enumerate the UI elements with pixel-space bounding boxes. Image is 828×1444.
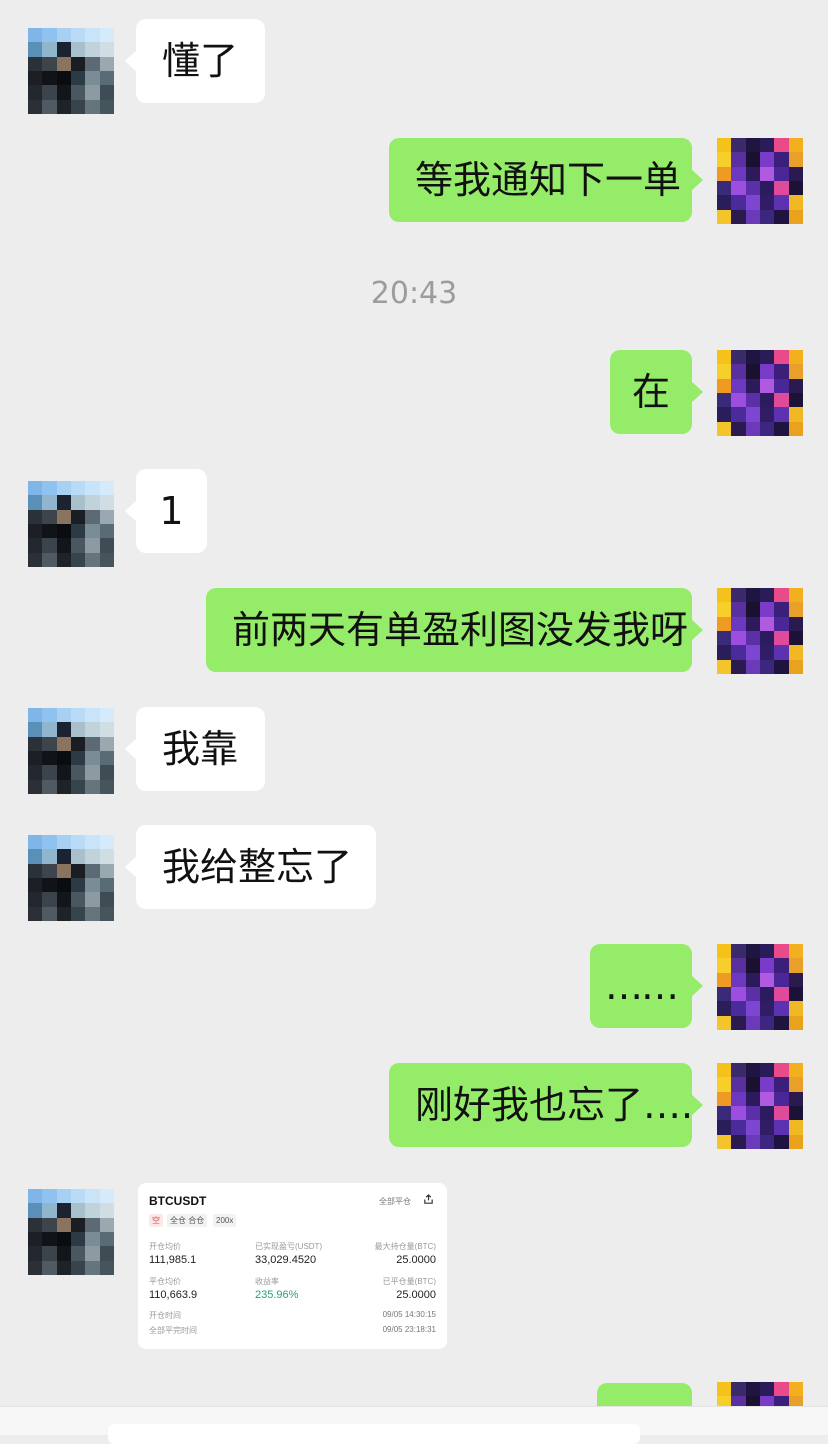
my-avatar[interactable] [717, 138, 803, 224]
my-avatar[interactable] [717, 350, 803, 436]
message-bubble[interactable]: 等我通知下一单 [389, 138, 703, 222]
symbol-label: BTCUSDT [149, 1194, 207, 1208]
message-input[interactable] [108, 1424, 640, 1444]
contact-avatar[interactable] [28, 481, 114, 567]
open-time-value: 09/05 14:30:15 [382, 1310, 436, 1319]
close-time-value: 09/05 23:18:31 [382, 1325, 436, 1334]
share-icon [424, 1194, 433, 1204]
message-bubble[interactable]: …… [590, 944, 703, 1028]
timestamp: 20:43 [370, 276, 458, 311]
close-time-label: 全部平完时间 [149, 1326, 197, 1335]
max-position-label: 最大持仓量(BTC) [374, 1242, 436, 1251]
open-price-label: 开仓均价 [149, 1242, 181, 1251]
message-bubble[interactable]: 刚好我也忘了…. [389, 1063, 703, 1147]
message-bubble[interactable]: 我给整忘了 [125, 825, 376, 909]
roi-label: 收益率 [255, 1277, 279, 1286]
my-avatar[interactable] [717, 1063, 803, 1149]
message-bubble[interactable]: 1 [125, 469, 207, 553]
close-all-label: 全部平仓 [379, 1197, 411, 1206]
message-bubble[interactable]: 在 [610, 350, 703, 434]
message-bubble[interactable]: 懂了 [125, 19, 265, 103]
contact-avatar[interactable] [28, 1189, 114, 1275]
trade-screenshot-card[interactable]: BTCUSDT 全部平仓 空 全仓 合仓 200x 开仓均价 111,985.1… [138, 1183, 447, 1349]
leverage-tag: 200x [213, 1214, 237, 1227]
message-bubble[interactable]: 前两天有单盈利图没发我呀 [206, 588, 703, 672]
my-avatar[interactable] [717, 588, 803, 674]
closed-qty-value: 25.0000 [396, 1289, 436, 1301]
message-bubble-partial[interactable] [597, 1383, 692, 1406]
margin-mode-tag: 全仓 合仓 [167, 1214, 208, 1227]
roi-value: 235.96% [255, 1289, 299, 1301]
open-time-label: 开仓时间 [149, 1311, 181, 1320]
max-position-value: 25.0000 [396, 1254, 436, 1266]
closed-qty-label: 已平仓量(BTC) [382, 1277, 436, 1286]
open-price-value: 111,985.1 [149, 1254, 197, 1266]
realized-pnl-label: 已实现盈亏(USDT) [255, 1242, 323, 1251]
close-price-label: 平仓均价 [149, 1277, 181, 1286]
contact-avatar[interactable] [28, 708, 114, 794]
realized-pnl-value: 33,029.4520 [255, 1254, 317, 1266]
contact-avatar[interactable] [28, 835, 114, 921]
side-tag: 空 [149, 1214, 163, 1227]
close-price-value: 110,663.9 [149, 1289, 198, 1301]
contact-avatar[interactable] [28, 28, 114, 114]
message-bubble[interactable]: 我靠 [125, 707, 265, 791]
my-avatar[interactable] [717, 1382, 803, 1406]
my-avatar[interactable] [717, 944, 803, 1030]
